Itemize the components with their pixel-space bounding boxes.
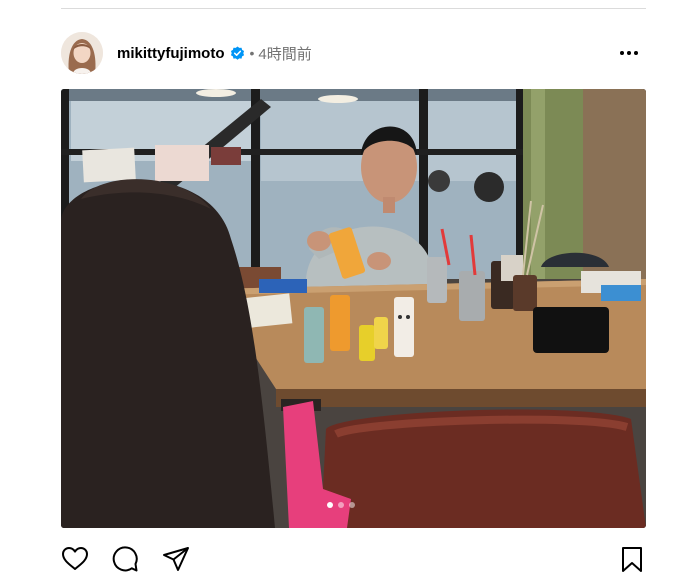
post-actions xyxy=(61,545,646,573)
share-icon[interactable] xyxy=(162,545,190,573)
carousel-dot xyxy=(349,502,355,508)
top-divider xyxy=(61,8,646,9)
comment-icon[interactable] xyxy=(111,545,139,573)
separator-dot: • xyxy=(249,45,255,61)
heart-icon[interactable] xyxy=(61,545,89,573)
username[interactable]: mikittyfujimoto xyxy=(117,45,225,62)
carousel-indicator xyxy=(0,502,682,508)
more-horizontal-icon[interactable] xyxy=(618,42,640,64)
post-header: mikittyfujimoto • 4時間前 xyxy=(61,32,646,74)
post-photo[interactable] xyxy=(61,89,646,528)
carousel-dot xyxy=(327,502,333,508)
carousel-dot xyxy=(338,502,344,508)
post-timestamp[interactable]: 4時間前 xyxy=(258,43,311,64)
verified-badge-icon xyxy=(230,45,244,60)
avatar[interactable] xyxy=(61,32,103,74)
bookmark-icon[interactable] xyxy=(618,545,646,573)
